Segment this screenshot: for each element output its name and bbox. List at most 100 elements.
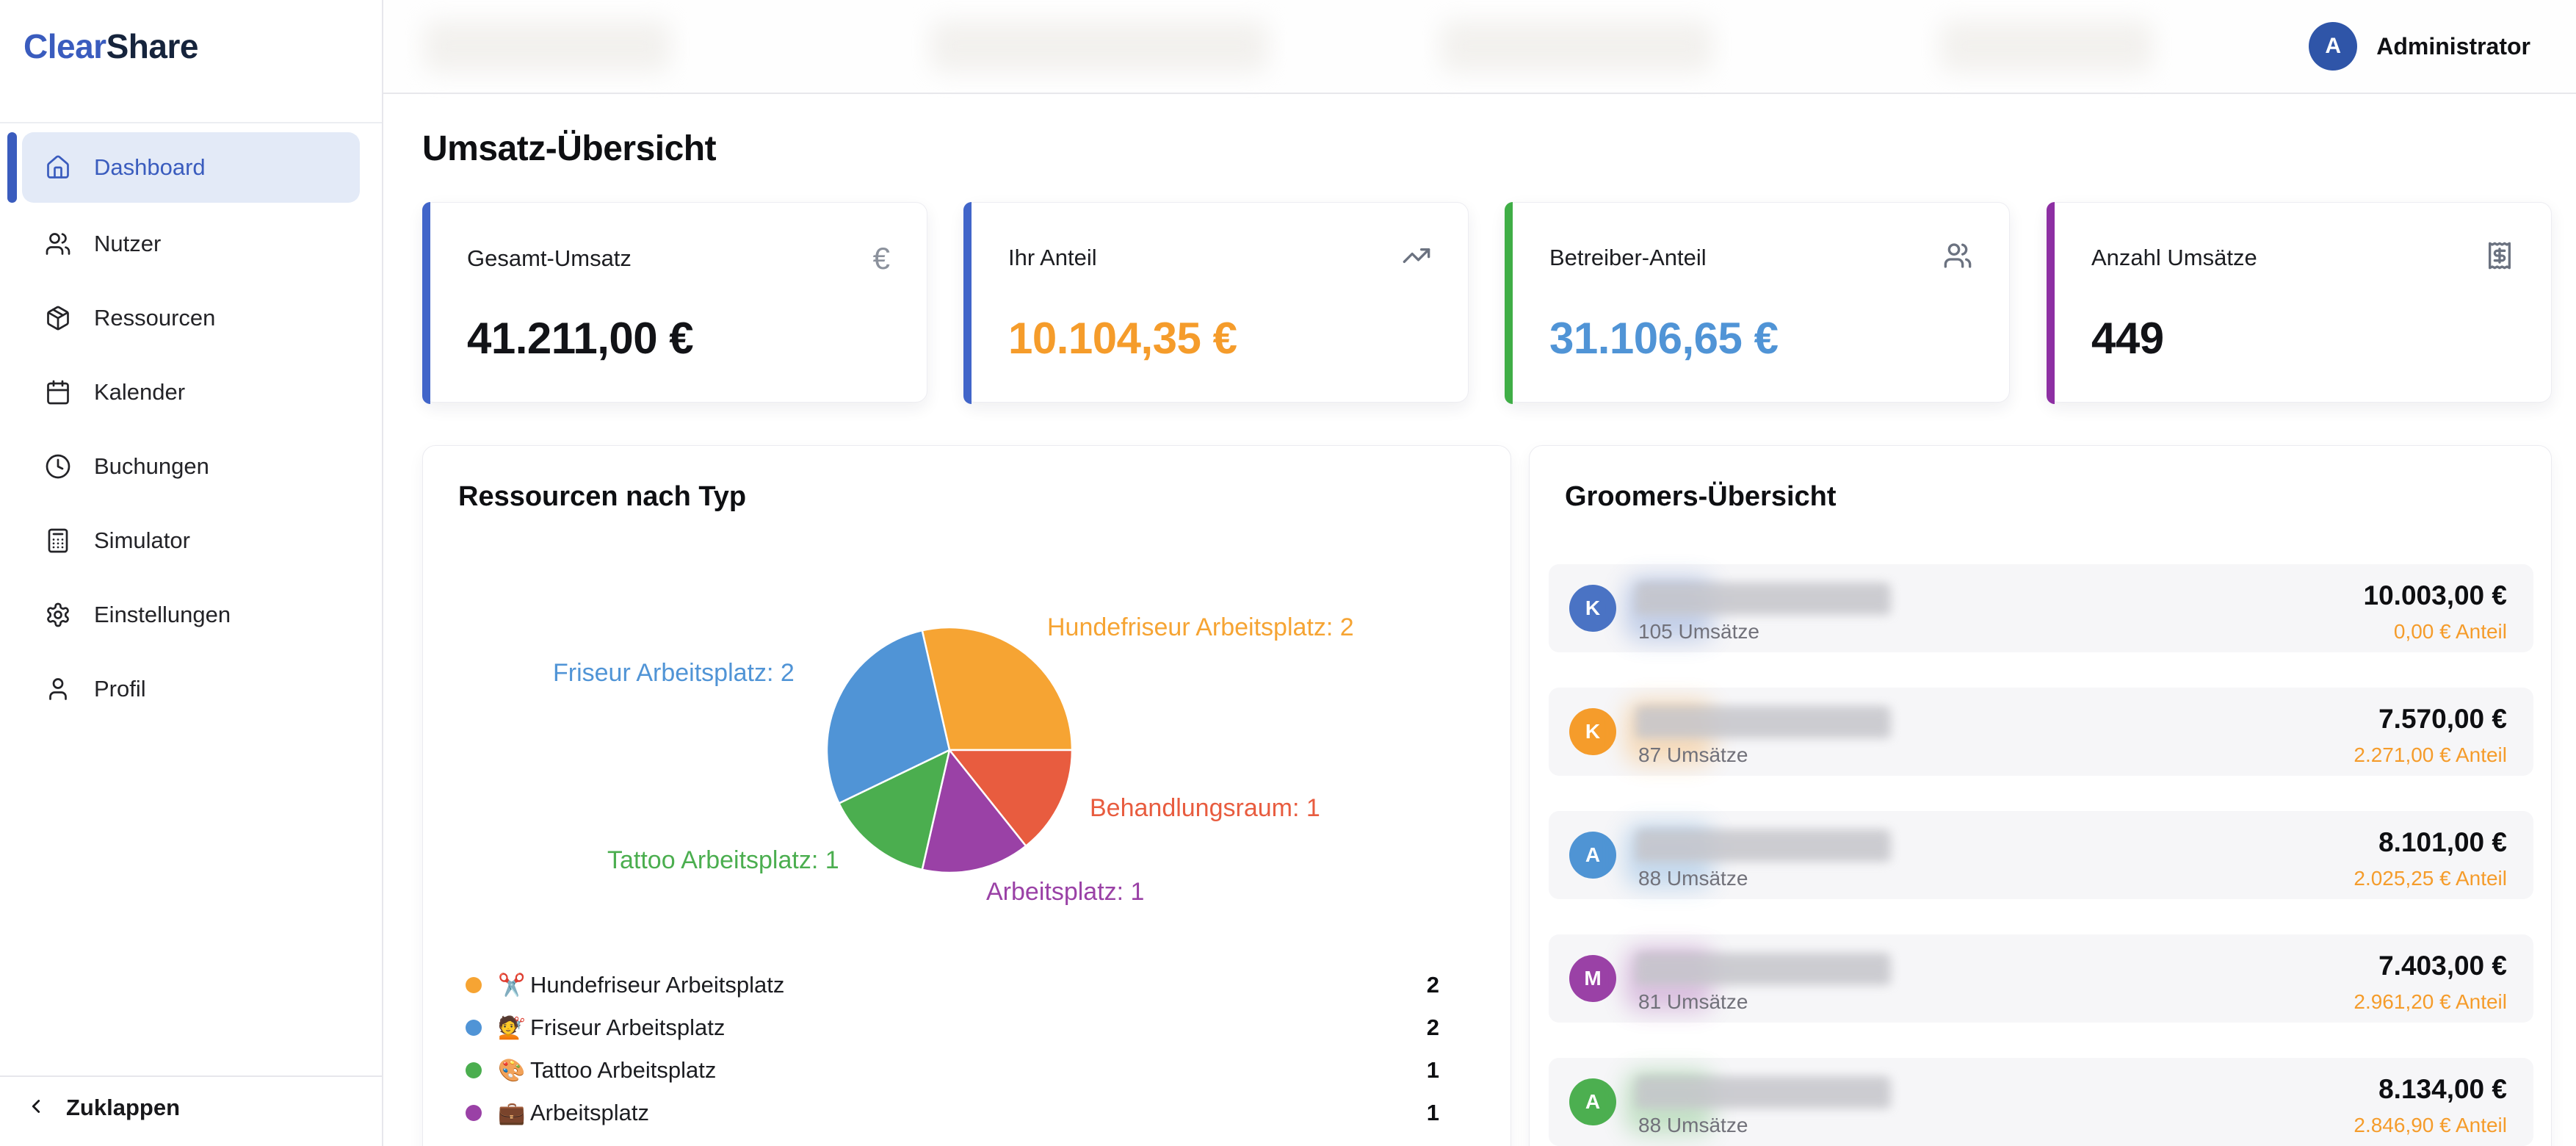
- resources-chart-panel: Ressourcen nach Typ Hundefriseur Arbeits…: [422, 445, 1511, 1146]
- sidebar-item-label: Nutzer: [94, 231, 161, 257]
- sidebar-item-label: Kalender: [94, 379, 185, 406]
- legend-row: 💼 Arbeitsplatz 1: [466, 1092, 1439, 1134]
- avatar: A: [1569, 832, 1616, 879]
- card-accent-bar: [963, 202, 972, 404]
- stat-label: Betreiber-Anteil: [1549, 245, 1707, 271]
- legend-row: ✂️ Hundefriseur Arbeitsplatz 2: [466, 964, 1439, 1006]
- umsaetze-count: 88 Umsätze: [1638, 1114, 1748, 1137]
- umsaetze-count: 88 Umsätze: [1638, 867, 1748, 890]
- anteil-amount: 0,00 € Anteil: [2394, 620, 2507, 644]
- card-accent-bar: [2047, 202, 2055, 404]
- pie-callout-arbeitsplatz: Arbeitsplatz: 1: [986, 878, 1144, 907]
- active-indicator: [7, 132, 17, 203]
- anteil-amount: 2.271,00 € Anteil: [2354, 743, 2507, 767]
- redacted-header-item: [1441, 21, 1712, 72]
- legend-value: 1: [1427, 1057, 1439, 1084]
- sidebar-item-ressourcen[interactable]: Ressourcen: [22, 281, 360, 355]
- chevron-left-icon: [25, 1095, 47, 1121]
- legend-label: Friseur Arbeitsplatz: [530, 1015, 725, 1041]
- briefcase-icon: 💼: [498, 1100, 527, 1126]
- app-logo[interactable]: ClearShare: [23, 26, 198, 66]
- umsaetze-count: 105 Umsätze: [1638, 620, 1759, 644]
- pie-callout-friseur: Friseur Arbeitsplatz: 2: [553, 659, 795, 688]
- sidebar-item-simulator[interactable]: Simulator: [22, 503, 360, 577]
- redacted-name: [1635, 583, 1891, 616]
- stat-label: Gesamt-Umsatz: [467, 245, 632, 272]
- sidebar-item-buchungen[interactable]: Buchungen: [22, 429, 360, 503]
- logo-container: ClearShare: [0, 0, 382, 123]
- card-accent-bar: [422, 202, 430, 404]
- package-icon: [44, 304, 72, 332]
- sidebar-item-einstellungen[interactable]: Einstellungen: [22, 577, 360, 652]
- groomer-row: A 88 Umsätze 8.134,00 € 2.846,90 € Antei…: [1549, 1058, 2533, 1146]
- stat-value: 41.211,00 €: [467, 313, 693, 364]
- chart-legend: ✂️ Hundefriseur Arbeitsplatz 2 💇 Friseur…: [466, 964, 1439, 1134]
- trending-up-icon: [1402, 241, 1431, 274]
- avatar: M: [1569, 955, 1616, 1002]
- amount: 10.003,00 €: [2364, 580, 2507, 611]
- logo-text-primary: Clear: [23, 27, 106, 65]
- redacted-name: [1635, 1077, 1891, 1109]
- sidebar: ClearShare Dashboard Nutzer: [0, 0, 383, 1146]
- groomer-row: K 87 Umsätze 7.570,00 € 2.271,00 € Antei…: [1549, 688, 2533, 776]
- collapse-label: Zuklappen: [66, 1095, 180, 1121]
- sidebar-item-label: Buchungen: [94, 453, 209, 480]
- user-icon: [44, 675, 72, 703]
- legend-dot: [466, 1020, 482, 1036]
- pie-callout-behandlungsraum: Behandlungsraum: 1: [1090, 794, 1320, 823]
- stat-card-anzahl-umsaetze: Anzahl Umsätze 449: [2047, 202, 2552, 403]
- sidebar-item-label: Simulator: [94, 527, 190, 554]
- stat-label: Ihr Anteil: [1008, 245, 1097, 271]
- sidebar-item-label: Dashboard: [94, 154, 206, 181]
- euro-icon: €: [873, 241, 890, 276]
- stat-value: 449: [2091, 313, 2164, 364]
- stat-value: 10.104,35 €: [1008, 313, 1237, 364]
- clearshare-dashboard: ClearShare Dashboard Nutzer: [0, 0, 2576, 1146]
- pie-chart: [827, 627, 1072, 873]
- groomers-title: Groomers-Übersicht: [1565, 481, 1837, 513]
- redacted-name: [1635, 707, 1891, 739]
- redacted-name: [1635, 830, 1891, 862]
- amount: 8.134,00 €: [2378, 1074, 2507, 1105]
- collapse-sidebar-button[interactable]: Zuklappen: [25, 1095, 180, 1121]
- anteil-amount: 2.961,20 € Anteil: [2354, 990, 2507, 1014]
- sidebar-item-label: Profil: [94, 676, 146, 702]
- stat-label: Anzahl Umsätze: [2091, 245, 2257, 271]
- avatar: K: [1569, 585, 1616, 632]
- page-title: Umsatz-Übersicht: [422, 129, 716, 169]
- haircut-icon: 💇: [498, 1015, 527, 1041]
- pie-callout-tattoo: Tattoo Arbeitsplatz: 1: [607, 846, 839, 875]
- amount: 7.570,00 €: [2378, 704, 2507, 735]
- sidebar-footer: Zuklappen: [0, 1075, 382, 1146]
- home-icon: [44, 154, 72, 181]
- sidebar-nav: Dashboard Nutzer Ressourcen Kalender: [0, 123, 382, 726]
- legend-label: Hundefriseur Arbeitsplatz: [530, 972, 784, 998]
- stat-card-gesamt-umsatz: Gesamt-Umsatz € 41.211,00 €: [422, 202, 927, 403]
- top-bar: A Administrator: [383, 0, 2576, 94]
- chart-title: Ressourcen nach Typ: [458, 481, 746, 513]
- clock-icon: [44, 453, 72, 480]
- legend-label: Arbeitsplatz: [530, 1100, 649, 1126]
- sidebar-item-kalender[interactable]: Kalender: [22, 355, 360, 429]
- redacted-header-item: [930, 21, 1268, 72]
- pie-callout-hundefriseur: Hundefriseur Arbeitsplatz: 2: [1047, 613, 1354, 642]
- legend-row: 🎨 Tattoo Arbeitsplatz 1: [466, 1049, 1439, 1092]
- redacted-header-item: [424, 21, 670, 72]
- card-accent-bar: [1505, 202, 1513, 404]
- user-menu[interactable]: A Administrator: [2309, 22, 2530, 71]
- sidebar-item-nutzer[interactable]: Nutzer: [22, 206, 360, 281]
- redacted-header-item: [1940, 21, 2153, 72]
- stat-card-ihr-anteil: Ihr Anteil 10.104,35 €: [963, 202, 1469, 403]
- receipt-icon: [2485, 241, 2514, 274]
- sidebar-item-dashboard[interactable]: Dashboard: [22, 132, 360, 203]
- sidebar-item-profil[interactable]: Profil: [22, 652, 360, 726]
- sidebar-item-label: Einstellungen: [94, 602, 231, 628]
- groomer-row: K 105 Umsätze 10.003,00 € 0,00 € Anteil: [1549, 564, 2533, 652]
- legend-row: 💇 Friseur Arbeitsplatz 2: [466, 1006, 1439, 1049]
- legend-dot: [466, 977, 482, 993]
- stat-card-betreiber-anteil: Betreiber-Anteil 31.106,65 €: [1505, 202, 2010, 403]
- stat-value: 31.106,65 €: [1549, 313, 1778, 364]
- avatar: K: [1569, 708, 1616, 755]
- umsaetze-count: 87 Umsätze: [1638, 743, 1748, 767]
- palette-icon: 🎨: [498, 1058, 527, 1084]
